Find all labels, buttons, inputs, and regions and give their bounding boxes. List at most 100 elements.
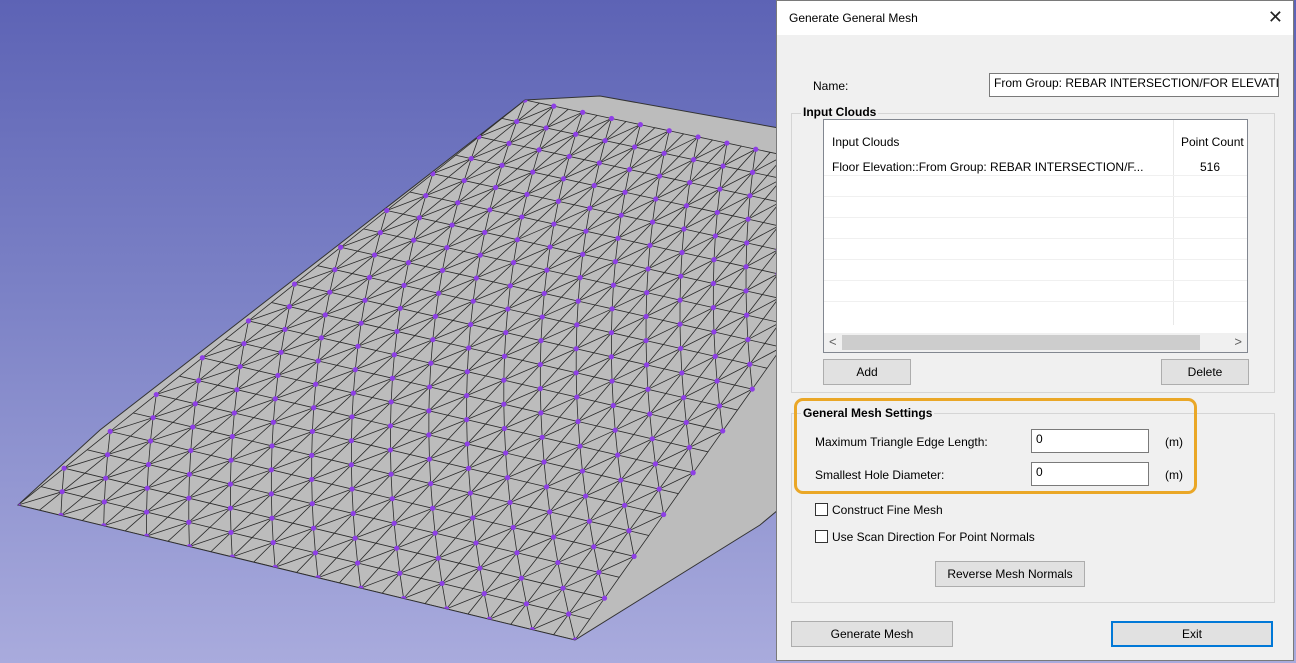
mesh-point	[574, 394, 580, 400]
mesh-point	[577, 443, 583, 449]
mesh-point	[610, 402, 616, 409]
mesh-point	[234, 387, 240, 393]
mesh-point	[449, 222, 455, 228]
mesh-point	[514, 237, 520, 243]
mesh-point	[464, 441, 470, 447]
mesh-point	[661, 150, 667, 156]
mesh-point	[687, 179, 693, 186]
mesh-point	[575, 298, 581, 304]
mesh-point	[467, 490, 473, 496]
mesh-point	[426, 432, 432, 438]
mesh-point	[270, 540, 276, 546]
column-header-point-count[interactable]: Point Count	[1181, 135, 1244, 149]
mesh-point	[352, 535, 358, 541]
column-header-input-clouds[interactable]: Input Clouds	[832, 135, 899, 149]
mesh-point	[643, 337, 649, 344]
generate-mesh-button[interactable]: Generate Mesh	[791, 621, 953, 647]
scan-direction-checkbox[interactable]	[815, 530, 828, 543]
mesh-point	[245, 318, 252, 324]
mesh-point	[501, 401, 507, 407]
name-input[interactable]: From Group: REBAR INTERSECTION/FOR ELEVA…	[989, 73, 1279, 97]
mesh-point	[282, 326, 288, 332]
close-icon[interactable]: ✕	[1268, 7, 1283, 27]
mesh-point	[278, 349, 284, 355]
mesh-point	[405, 260, 412, 266]
mesh-point	[435, 290, 442, 296]
input-clouds-list[interactable]: Input Clouds Point Count Floor Elevation…	[823, 119, 1248, 353]
mesh-point	[744, 312, 750, 318]
mesh-point	[591, 182, 597, 189]
max-edge-length-input[interactable]: 0	[1031, 429, 1149, 453]
exit-button[interactable]: Exit	[1111, 621, 1273, 647]
construct-fine-mesh-label[interactable]: Construct Fine Mesh	[832, 503, 943, 517]
input-clouds-group-label: Input Clouds	[801, 105, 879, 119]
mesh-point	[338, 244, 344, 250]
mesh-point	[652, 461, 659, 467]
mesh-point	[656, 486, 662, 492]
mesh-point	[195, 378, 202, 384]
mesh-point	[391, 520, 397, 526]
mesh-point	[514, 550, 520, 556]
mesh-point	[444, 245, 450, 251]
mesh-point	[504, 475, 511, 481]
mesh-point	[313, 381, 319, 387]
reverse-mesh-normals-button[interactable]: Reverse Mesh Normals	[935, 561, 1085, 587]
mesh-point	[686, 444, 692, 451]
dialog-title: Generate General Mesh	[789, 11, 918, 25]
mesh-point	[575, 418, 581, 425]
mesh-point	[387, 423, 394, 429]
generate-general-mesh-dialog: Generate General Mesh ✕ Name: From Group…	[776, 0, 1294, 661]
mesh-point	[626, 166, 633, 173]
scroll-thumb[interactable]	[842, 335, 1200, 350]
mesh-point	[637, 122, 643, 128]
mesh-point	[679, 370, 685, 376]
mesh-point	[394, 328, 400, 335]
mesh-point	[538, 338, 544, 344]
mesh-point	[649, 436, 655, 442]
mesh-point	[397, 570, 403, 576]
mesh-point	[199, 355, 205, 361]
scroll-left-icon[interactable]: <	[829, 334, 837, 349]
mesh-point	[227, 505, 233, 511]
delete-button[interactable]: Delete	[1161, 359, 1249, 385]
mesh-point	[551, 103, 557, 109]
mesh-point	[231, 410, 237, 416]
mesh-point	[349, 414, 355, 420]
mesh-point	[237, 363, 243, 370]
mesh-point	[612, 259, 618, 265]
mesh-point	[355, 343, 361, 349]
scan-direction-label[interactable]: Use Scan Direction For Point Normals	[832, 530, 1035, 544]
mesh-point	[61, 465, 67, 471]
mesh-point	[541, 290, 547, 297]
mesh-point	[683, 419, 689, 426]
mesh-point	[543, 125, 549, 131]
construct-fine-mesh-checkbox[interactable]	[815, 503, 828, 516]
smallest-hole-input[interactable]: 0	[1031, 462, 1149, 486]
mesh-point	[389, 375, 396, 381]
mesh-point	[228, 457, 234, 463]
mesh-point	[350, 390, 356, 396]
mesh-point	[591, 544, 597, 550]
mesh-point	[153, 391, 159, 398]
mesh-point	[241, 341, 247, 347]
mesh-point	[690, 157, 697, 163]
mesh-point	[501, 377, 507, 383]
horizontal-scrollbar[interactable]: < >	[824, 333, 1247, 352]
add-button[interactable]: Add	[823, 359, 911, 385]
mesh-point	[678, 273, 684, 279]
mesh-point	[470, 515, 476, 521]
mesh-point	[631, 553, 637, 559]
mesh-point	[466, 345, 472, 351]
mesh-point	[411, 237, 417, 243]
mesh-point	[493, 184, 499, 191]
mesh-point	[432, 530, 438, 536]
scroll-right-icon[interactable]: >	[1234, 334, 1242, 349]
mesh-point	[612, 427, 618, 433]
mesh-point	[322, 312, 328, 318]
mesh-point	[714, 209, 720, 216]
mesh-point	[499, 162, 505, 168]
mesh-point	[366, 274, 373, 281]
mesh-point	[743, 264, 749, 270]
mesh-point	[481, 591, 487, 597]
mesh-point	[186, 519, 192, 525]
